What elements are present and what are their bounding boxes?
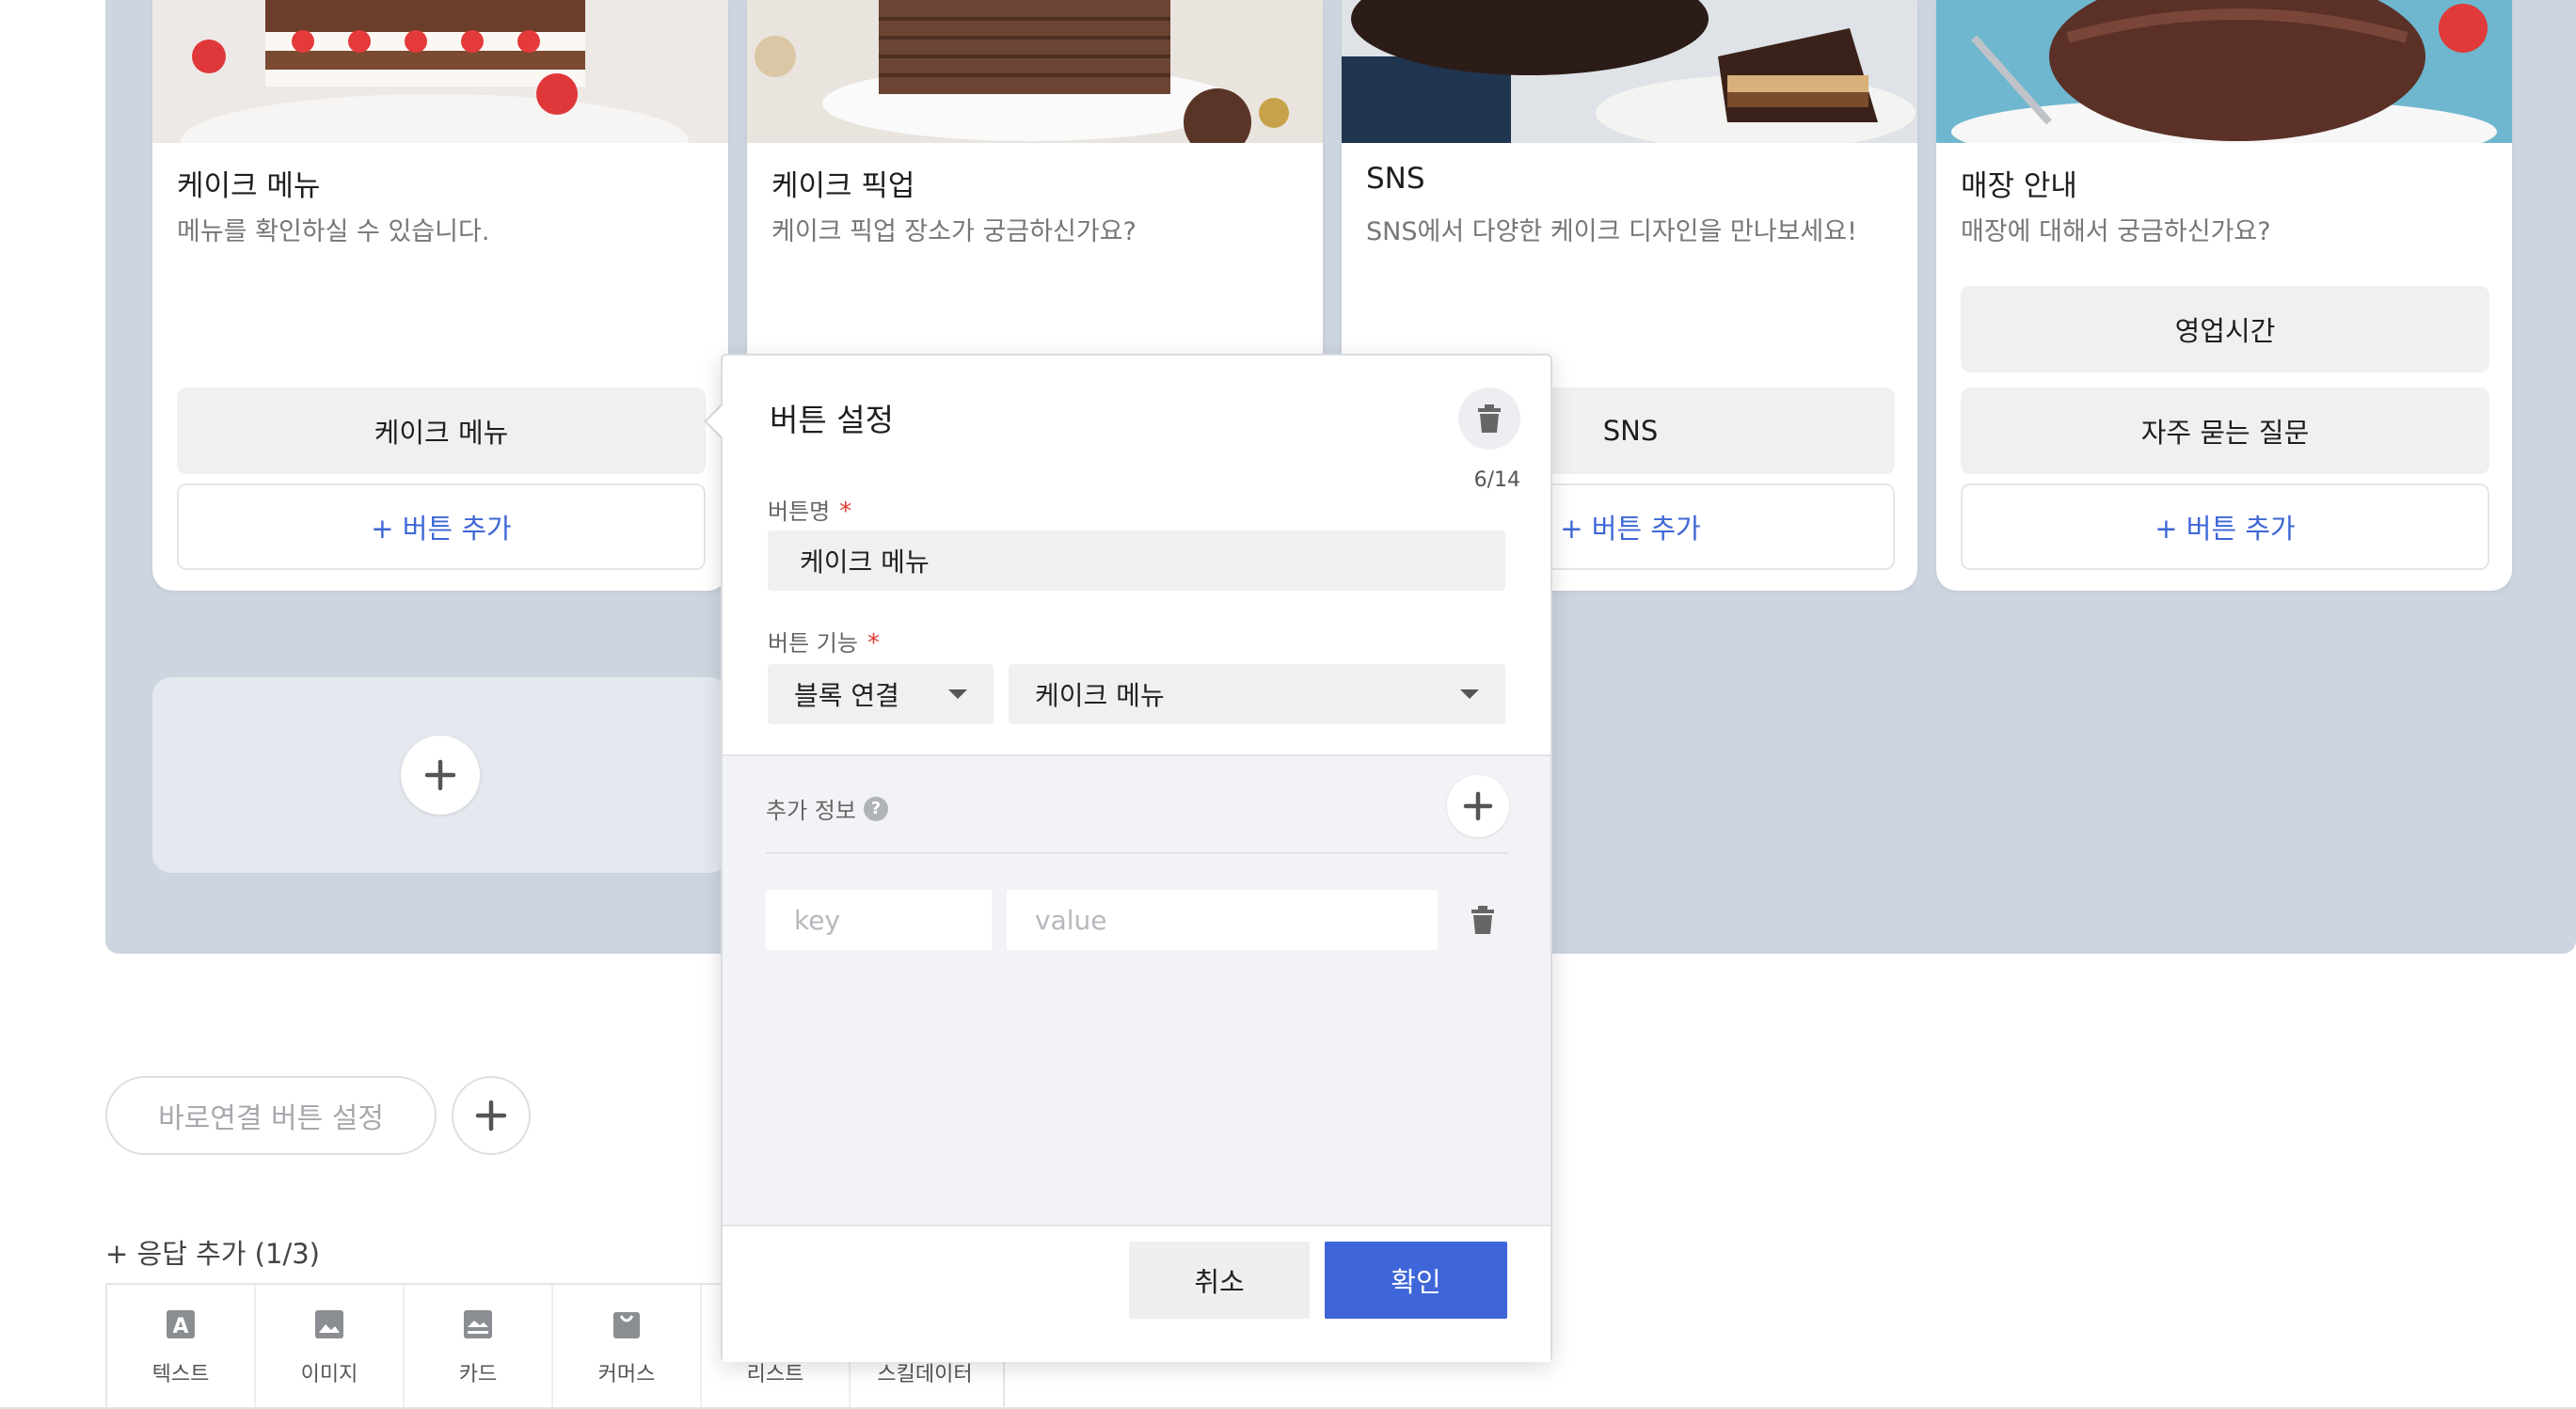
divider	[766, 852, 1509, 854]
type-label: 카드	[458, 1363, 498, 1386]
add-quick-reply-button[interactable]	[452, 1076, 531, 1155]
delete-extra-info-button[interactable]	[1462, 899, 1503, 941]
add-button-link[interactable]: + 버튼 추가	[1961, 483, 2489, 570]
text-icon: A	[167, 1310, 195, 1338]
add-card-tile[interactable]	[152, 677, 728, 873]
card-title: SNS	[1366, 162, 1425, 196]
extra-info-text: 추가 정보	[766, 798, 856, 824]
add-button-link[interactable]: + 버튼 추가	[177, 483, 706, 570]
value-input[interactable]	[1007, 890, 1438, 950]
delete-button[interactable]	[1458, 388, 1520, 450]
plus-icon	[475, 1100, 507, 1132]
response-type-commerce[interactable]: 커머스	[553, 1285, 702, 1409]
field-label-text: 버튼 기능	[768, 630, 858, 657]
card-image	[1936, 0, 2512, 143]
card-title: 케이크 픽업	[771, 169, 915, 203]
card-icon	[464, 1310, 492, 1338]
extra-info-section: 추가 정보 ?	[723, 754, 1550, 1225]
card-description: 케이크 픽업 장소가 궁금하신가요?	[771, 217, 1137, 246]
help-icon[interactable]: ?	[863, 796, 888, 821]
response-type-card[interactable]: 카드	[405, 1285, 553, 1409]
svg-text:A: A	[172, 1315, 188, 1338]
card-title: 매장 안내	[1961, 169, 2077, 203]
response-type-image[interactable]: 이미지	[256, 1285, 405, 1409]
card-description: 매장에 대해서 궁금하신가요?	[1961, 217, 2271, 246]
add-extra-info-button[interactable]	[1447, 775, 1509, 837]
key-input[interactable]	[766, 890, 992, 950]
image-icon	[315, 1310, 343, 1338]
function-type-select[interactable]: 블록 연결	[768, 664, 994, 724]
card-image	[152, 0, 728, 143]
chevron-down-icon	[1460, 689, 1479, 699]
chevron-down-icon	[948, 689, 967, 699]
card-image	[1342, 0, 1917, 143]
popover-footer: 취소 확인	[723, 1225, 1550, 1362]
button-settings-popover: 버튼 설정 6/14 버튼명 * 버튼 기능 * 블록 연결 케이크 메뉴 추가 정…	[721, 354, 1552, 1362]
quick-reply-setting[interactable]: 바로연결 버튼 설정	[105, 1076, 437, 1155]
confirm-button[interactable]: 확인	[1325, 1242, 1507, 1319]
add-response-label[interactable]: + 응답 추가 (1/3)	[105, 1232, 320, 1272]
card-store-info[interactable]: 매장 안내 매장에 대해서 궁금하신가요? 영업시간 자주 묻는 질문 + 버튼…	[1936, 0, 2512, 591]
card-button[interactable]: 케이크 메뉴	[177, 388, 706, 474]
add-card-button[interactable]	[401, 736, 480, 815]
trash-icon	[1478, 404, 1501, 433]
card-cake-menu[interactable]: 케이크 메뉴 메뉴를 확인하실 수 있습니다. 케이크 메뉴 + 버튼 추가	[152, 0, 728, 591]
response-type-text[interactable]: A 텍스트	[107, 1285, 256, 1409]
button-name-label: 버튼명 *	[768, 493, 851, 526]
card-description: SNS에서 다양한 케이크 디자인을 만나보세요!	[1366, 217, 1857, 246]
plus-icon	[1463, 791, 1493, 821]
popover-title: 버튼 설정	[770, 402, 894, 438]
card-description: 메뉴를 확인하실 수 있습니다.	[177, 217, 490, 246]
card-button[interactable]: 자주 묻는 질문	[1961, 388, 2489, 474]
character-counter: 6/14	[1473, 468, 1520, 492]
required-mark: *	[839, 498, 852, 526]
function-target-select[interactable]: 케이크 메뉴	[1009, 664, 1505, 724]
card-button[interactable]: 영업시간	[1961, 286, 2489, 372]
card-image	[747, 0, 1323, 143]
button-name-input[interactable]	[768, 530, 1505, 591]
extra-info-label: 추가 정보 ?	[766, 792, 888, 825]
type-label: 이미지	[300, 1363, 358, 1386]
card-title: 케이크 메뉴	[177, 169, 321, 203]
required-mark: *	[867, 629, 880, 657]
cancel-button[interactable]: 취소	[1129, 1242, 1310, 1319]
type-label: 텍스트	[151, 1363, 210, 1386]
select-value: 블록 연결	[794, 680, 899, 711]
select-value: 케이크 메뉴	[1035, 680, 1165, 711]
type-label: 커머스	[597, 1363, 656, 1386]
button-function-label: 버튼 기능 *	[768, 625, 880, 657]
trash-icon	[1471, 906, 1494, 934]
plus-icon	[424, 759, 456, 791]
commerce-icon	[613, 1312, 640, 1338]
field-label-text: 버튼명	[768, 499, 831, 525]
popover-arrow-fill	[707, 404, 724, 438]
